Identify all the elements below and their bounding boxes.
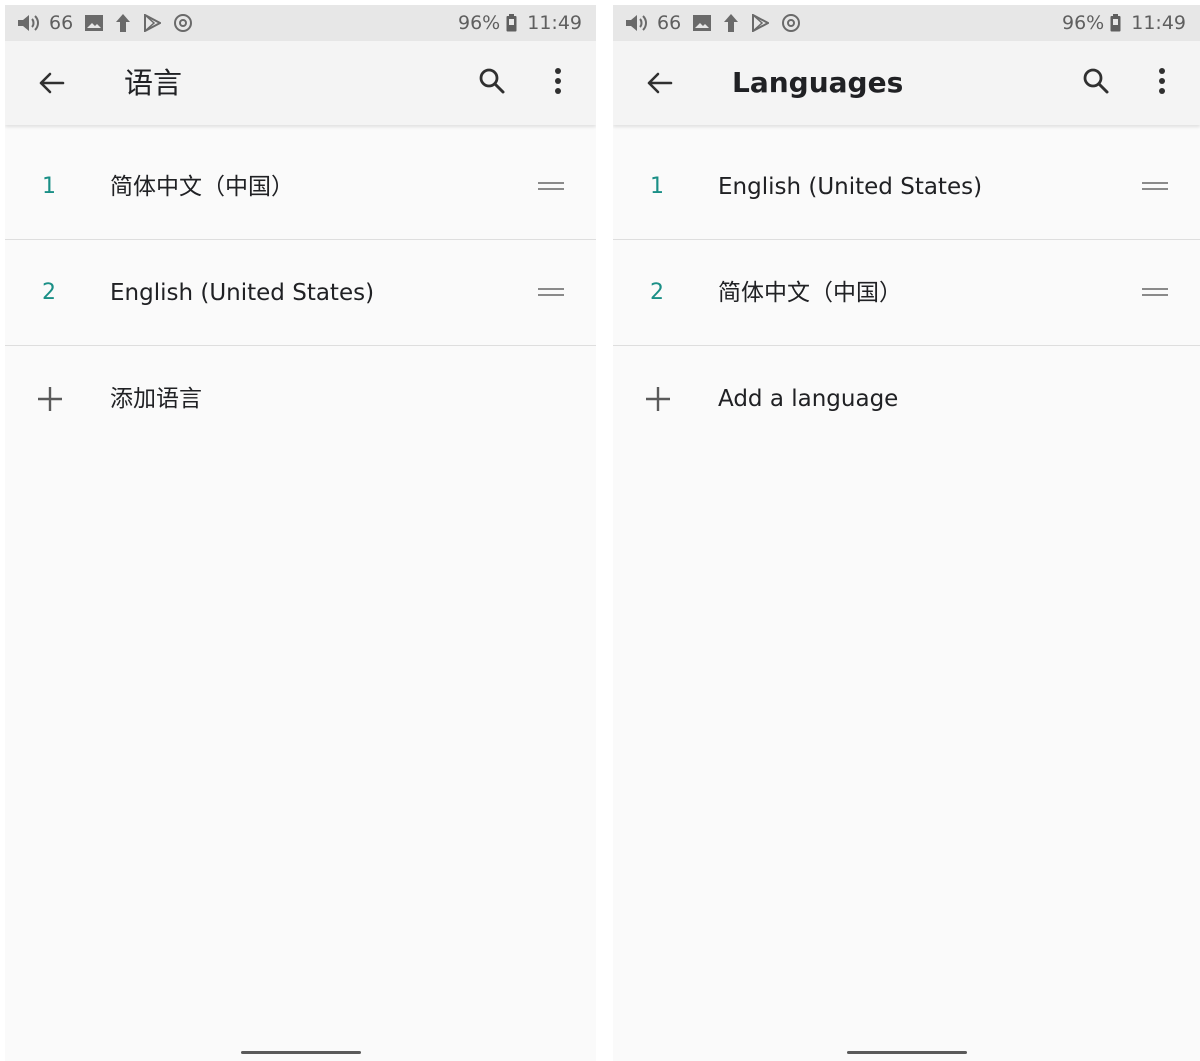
image-icon	[693, 15, 712, 31]
drag-handle-icon[interactable]	[1142, 179, 1168, 193]
volume-icon	[17, 14, 43, 32]
language-name: 简体中文（中国）	[718, 280, 902, 306]
app-bar: 语言	[5, 41, 596, 125]
language-list: 1 简体中文（中国） 2 English (United States) 添加语…	[5, 134, 596, 452]
image-icon	[85, 15, 104, 31]
page-title: Languages	[732, 66, 904, 99]
sync-icon	[781, 13, 801, 33]
status-bar: 66 96% 11:49	[5, 5, 596, 41]
search-icon	[1083, 68, 1109, 94]
search-button[interactable]	[474, 63, 510, 99]
arrow-back-icon	[39, 72, 65, 94]
battery-icon	[1110, 14, 1121, 32]
sync-icon	[173, 13, 193, 33]
clock: 11:49	[1131, 12, 1186, 34]
add-language-label: Add a language	[718, 386, 899, 412]
language-name: English (United States)	[110, 280, 375, 306]
language-rank: 2	[650, 280, 664, 305]
drag-handle-icon[interactable]	[538, 179, 564, 193]
arrow-back-icon	[647, 72, 673, 94]
add-language-button[interactable]: Add a language	[613, 346, 1200, 452]
more-options-button[interactable]	[542, 63, 574, 99]
more-vert-icon	[555, 68, 561, 94]
screen-chinese: 66 96% 11:49 语言 1 简体中文（中国） 2 English (Un…	[5, 5, 596, 1061]
more-options-button[interactable]	[1146, 63, 1178, 99]
upload-icon	[723, 14, 739, 32]
language-rank: 2	[42, 280, 56, 305]
language-name: English (United States)	[718, 174, 983, 200]
language-name: 简体中文（中国）	[110, 174, 294, 200]
language-item[interactable]: 2 简体中文（中国）	[613, 240, 1200, 346]
screen-english: 66 96% 11:49 Languages 1 English (United…	[613, 5, 1200, 1061]
battery-percent: 96%	[458, 12, 501, 34]
back-button[interactable]	[33, 65, 69, 101]
plus-icon	[38, 387, 62, 411]
play-store-icon	[751, 14, 770, 32]
volume-icon	[625, 14, 651, 32]
language-list: 1 English (United States) 2 简体中文（中国） Add…	[613, 134, 1200, 452]
language-rank: 1	[42, 174, 56, 199]
add-language-label: 添加语言	[110, 386, 202, 412]
battery-icon	[506, 14, 517, 32]
volume-level: 66	[49, 12, 74, 34]
language-item[interactable]: 2 English (United States)	[5, 240, 596, 346]
battery-percent: 96%	[1062, 12, 1105, 34]
volume-level: 66	[657, 12, 682, 34]
drag-handle-icon[interactable]	[1142, 285, 1168, 299]
back-button[interactable]	[641, 65, 677, 101]
home-indicator[interactable]	[846, 1051, 967, 1054]
app-bar: Languages	[613, 41, 1200, 125]
page-title: 语言	[124, 66, 183, 100]
status-bar: 66 96% 11:49	[613, 5, 1200, 41]
search-button[interactable]	[1078, 63, 1114, 99]
language-rank: 1	[650, 174, 664, 199]
plus-icon	[646, 387, 670, 411]
add-language-button[interactable]: 添加语言	[5, 346, 596, 452]
language-item[interactable]: 1 English (United States)	[613, 134, 1200, 240]
clock: 11:49	[527, 12, 582, 34]
home-indicator[interactable]	[240, 1051, 361, 1054]
search-icon	[479, 68, 505, 94]
play-store-icon	[143, 14, 162, 32]
upload-icon	[115, 14, 131, 32]
drag-handle-icon[interactable]	[538, 285, 564, 299]
more-vert-icon	[1159, 68, 1165, 94]
language-item[interactable]: 1 简体中文（中国）	[5, 134, 596, 240]
